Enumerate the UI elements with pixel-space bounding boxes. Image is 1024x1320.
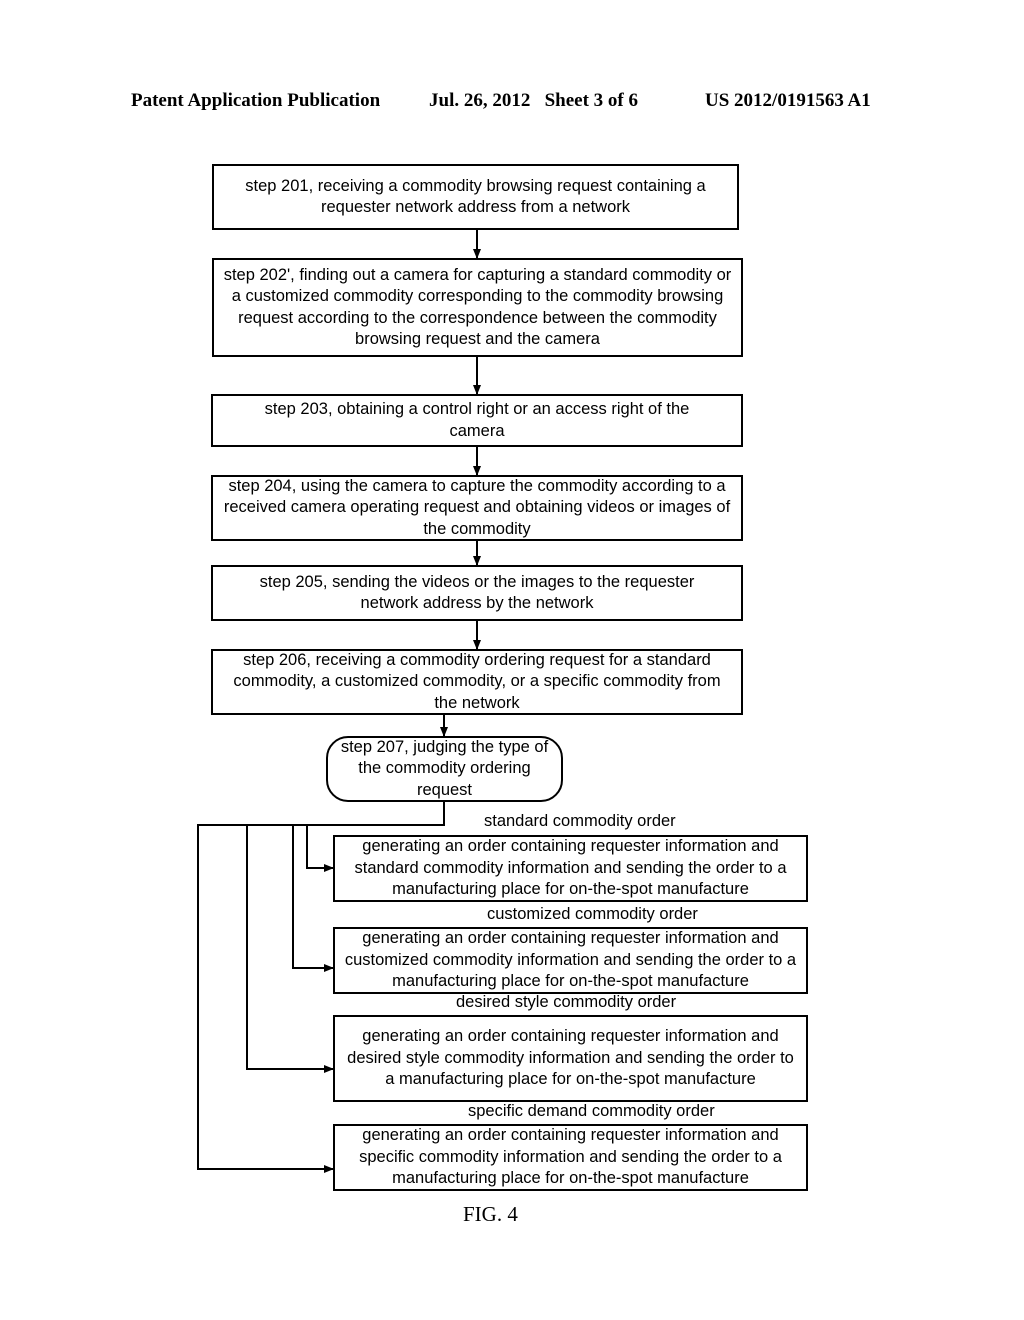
branch-desired: [246, 825, 334, 1073]
step-205-box: step 205, sending the videos or the imag…: [211, 565, 743, 621]
branch-label-desired: desired style commodity order: [456, 993, 677, 1011]
branch-box-specific: generating an order containing requester…: [333, 1124, 808, 1191]
branch-box-standard: generating an order containing requester…: [333, 835, 808, 902]
branch-label-standard: standard commodity order: [484, 812, 676, 830]
branch-label-customized: customized commodity order: [487, 905, 698, 923]
branch-label-specific: specific demand commodity order: [468, 1102, 715, 1120]
figure-caption: FIG. 4: [463, 1202, 518, 1226]
step-203-box: step 203, obtaining a control right or a…: [211, 394, 743, 447]
step-201-box: step 201, receiving a commodity browsing…: [212, 164, 739, 230]
step-204-box: step 204, using the camera to capture th…: [211, 475, 743, 541]
step-207-decision-box: step 207, judging the type of the commod…: [326, 736, 563, 802]
step-202-box: step 202', finding out a camera for capt…: [212, 258, 743, 357]
step-206-box: step 206, receiving a commodity ordering…: [211, 649, 743, 715]
branch-customized: [292, 825, 334, 972]
branch-standard: [306, 825, 334, 872]
branch-box-customized: generating an order containing requester…: [333, 927, 808, 994]
branch-box-desired: generating an order containing requester…: [333, 1015, 808, 1102]
